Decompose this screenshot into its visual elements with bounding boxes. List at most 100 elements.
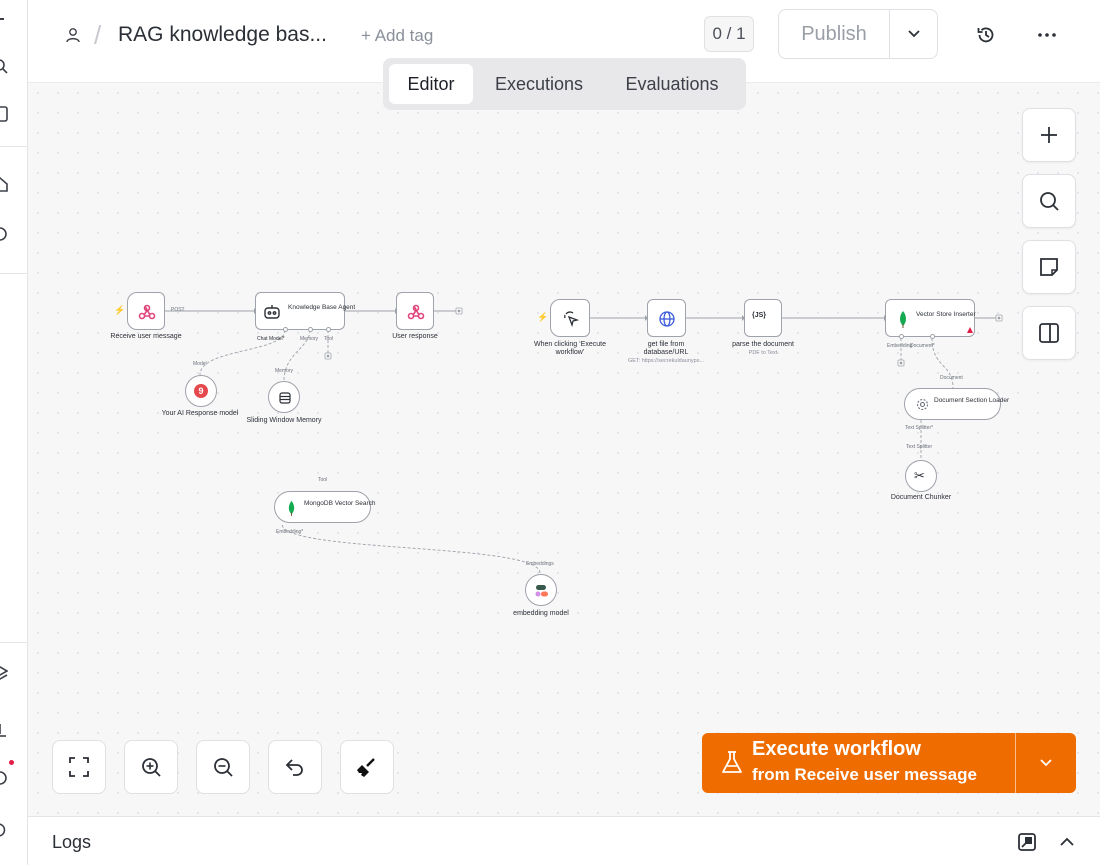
zoom-in-icon <box>142 758 161 777</box>
mongodb-leaf-icon <box>900 311 906 328</box>
templates-icon[interactable] <box>0 666 8 682</box>
globe-icon <box>659 311 675 327</box>
port-label-document: Document <box>940 375 963 381</box>
node-document-section-loader[interactable]: Document Section Loader <box>904 388 1009 420</box>
help-icon[interactable] <box>0 770 8 786</box>
workflow-title[interactable]: RAG knowledge bas... <box>118 23 327 47</box>
flask-icon <box>722 751 742 773</box>
logs-label: Logs <box>52 832 92 852</box>
node-manual-trigger[interactable] <box>550 299 590 337</box>
fit-view-button[interactable] <box>52 740 106 794</box>
webhook-icon <box>407 304 425 320</box>
node-inline-label: Knowledge Base Agent <box>288 304 356 311</box>
insights-icon[interactable] <box>0 722 8 738</box>
overview-icon[interactable] <box>0 226 8 242</box>
workflow-canvas[interactable]: Editor Executions Evaluations ⚡ POST Rec… <box>28 58 1100 816</box>
agent-port-tool[interactable] <box>326 327 331 332</box>
port-label-text-splitter: Text Splitter* <box>905 425 934 431</box>
node-inline-label: Vector Store Inserter <box>916 311 976 318</box>
home-icon[interactable] <box>0 176 8 192</box>
execute-subtitle: from Receive user message <box>752 765 977 784</box>
trigger-bolt-icon: ⚡ <box>114 305 126 315</box>
notification-dot <box>9 760 14 765</box>
node-inline-label: MongoDB Vector Search <box>304 500 376 507</box>
node-user-response[interactable] <box>396 292 434 330</box>
breadcrumb-separator: / <box>94 20 102 50</box>
node-embedding-model[interactable] <box>525 574 557 606</box>
scissors-icon: ✂ <box>914 468 925 483</box>
node-knowledge-base-agent[interactable]: Knowledge Base Agent <box>255 292 355 332</box>
port-label-embeddings: Embeddings <box>526 561 554 567</box>
node-label: Your AI Response model <box>161 410 239 417</box>
plus-icon <box>1041 127 1057 143</box>
connections-layer <box>165 307 1003 574</box>
zoom-out-button[interactable] <box>196 740 250 794</box>
panel-icon[interactable] <box>0 106 8 122</box>
node-sublabel: PDF to Text <box>748 350 778 356</box>
embedding-provider-icon <box>535 585 548 597</box>
updates-icon[interactable] <box>0 822 8 838</box>
mongodb-leaf-icon <box>288 500 295 516</box>
node-label: When clicking ‘Execute workflow’ <box>534 341 606 356</box>
node-label: Sliding Window Memory <box>246 417 322 424</box>
history-icon[interactable] <box>976 25 996 45</box>
search-icon <box>1040 192 1059 211</box>
node-sliding-window-memory[interactable] <box>268 381 300 413</box>
add-tag-button[interactable]: + Add tag <box>361 26 433 46</box>
warning-icon <box>967 327 973 333</box>
left-sidebar <box>0 0 28 865</box>
chevron-up-icon[interactable] <box>1058 833 1076 851</box>
zoom-out-icon <box>214 758 233 777</box>
agent-port-chat-model[interactable] <box>283 327 288 332</box>
sidebar-divider <box>0 273 27 274</box>
node-label: User response <box>392 333 438 340</box>
logs-panel[interactable]: Logs <box>28 816 1100 865</box>
publish-button-group: Publish <box>778 9 938 59</box>
more-options-icon[interactable] <box>1036 24 1058 46</box>
node-receive-user-message[interactable] <box>127 292 165 330</box>
agent-port-memory[interactable] <box>308 327 313 332</box>
node-parse-document[interactable]: {JS} <box>744 299 782 337</box>
tidy-up-button[interactable] <box>340 740 394 794</box>
execute-dropdown-button[interactable] <box>1016 733 1076 793</box>
node-sublabel: GET: https://secrekuldaunyps... <box>627 358 705 364</box>
port-label-chat-model: Chat Model* <box>257 336 285 342</box>
add-node-button[interactable] <box>1022 108 1076 162</box>
port-label-tool: Tool <box>318 477 328 483</box>
node-mongodb-vector-search[interactable]: MongoDB Vector Search <box>274 491 376 523</box>
publish-dropdown-button[interactable] <box>890 10 938 58</box>
undo-button[interactable] <box>268 740 322 794</box>
execute-workflow-button[interactable]: Execute workflow from Receive user messa… <box>702 733 1076 793</box>
zoom-in-button[interactable] <box>124 740 178 794</box>
port-label-post: POST <box>171 307 185 313</box>
chevron-down-icon <box>1040 759 1052 767</box>
trigger-bolt-icon: ⚡ <box>537 312 549 322</box>
port-label-text-splitter: Text Splitter <box>906 444 933 450</box>
search-nodes-button[interactable] <box>1022 174 1076 228</box>
sticky-note-button[interactable] <box>1022 240 1076 294</box>
node-label: Receive user message <box>110 333 182 340</box>
inserter-port-embedding[interactable] <box>899 334 904 339</box>
port-label-document: Document* <box>910 343 935 349</box>
database-icon <box>279 392 291 404</box>
node-vector-store-inserter[interactable]: Vector Store Inserter <box>885 299 976 339</box>
pop-out-icon[interactable] <box>1017 832 1037 852</box>
sidebar-collapse-icon[interactable] <box>0 18 4 20</box>
user-icon <box>66 28 80 43</box>
node-ai-response-model[interactable]: 9 <box>185 375 217 407</box>
inserter-port-document[interactable] <box>930 334 935 339</box>
publish-button[interactable]: Publish <box>779 10 889 58</box>
sidebar-divider <box>0 146 27 147</box>
toggle-panel-button[interactable] <box>1022 306 1076 360</box>
port-label-tool: Tool <box>324 336 334 342</box>
gear-icon <box>916 398 929 411</box>
undo-icon <box>285 759 303 776</box>
fit-view-icon <box>69 757 89 777</box>
webhook-icon <box>138 304 156 320</box>
node-document-chunker[interactable]: ✂ <box>905 460 937 492</box>
js-code-icon: {JS} <box>752 312 767 319</box>
side-panel-icon <box>1039 323 1059 343</box>
search-icon[interactable] <box>0 58 8 74</box>
port-label-memory: Memory <box>275 368 294 374</box>
node-get-file[interactable] <box>647 299 686 337</box>
